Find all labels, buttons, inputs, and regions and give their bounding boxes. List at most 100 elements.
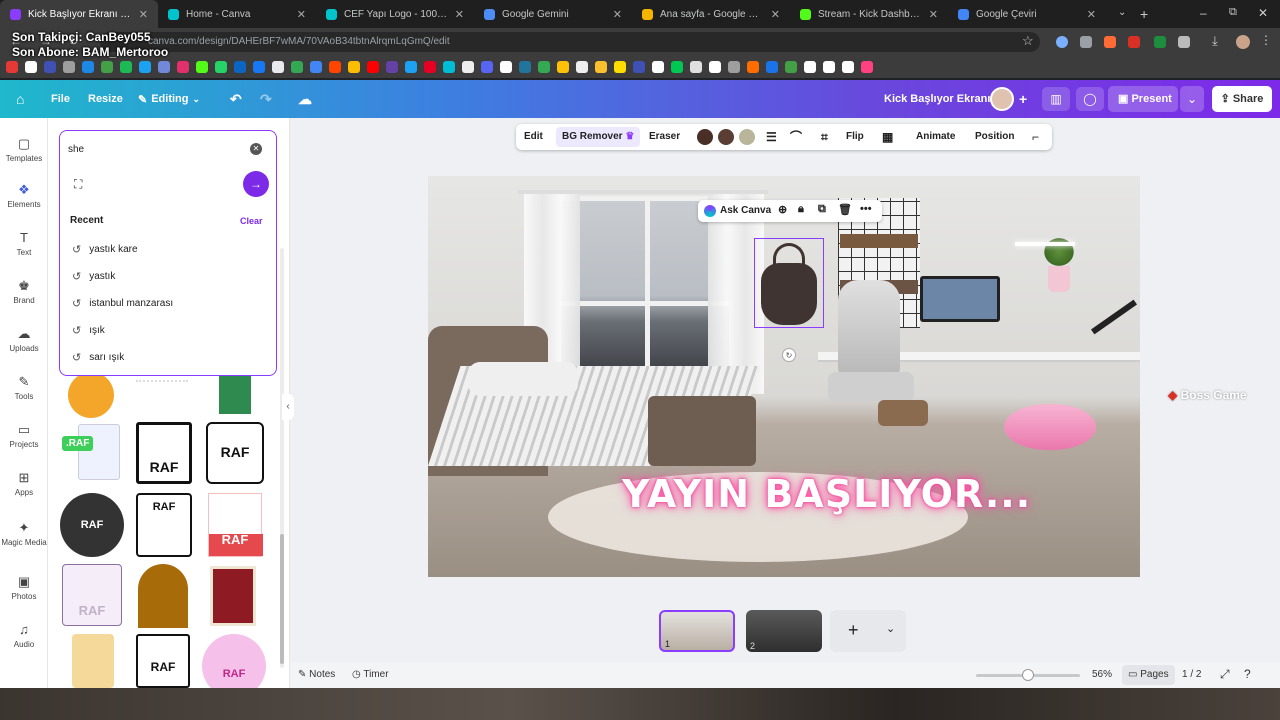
profile-avatar[interactable] <box>1236 35 1250 49</box>
headline-text[interactable]: YAYIN BAŞLIYOR... <box>622 472 1031 516</box>
rail-item-projects[interactable]: ▭ Projects <box>0 422 48 449</box>
browser-tab[interactable]: Stream - Kick Dashboard ✕ <box>790 0 948 28</box>
bookmark-icon[interactable] <box>310 61 322 73</box>
restore-icon[interactable]: ⧉ <box>1229 6 1237 19</box>
raf-red-file-element[interactable]: RAF <box>208 493 263 557</box>
close-window-icon[interactable]: ✕ <box>1258 6 1268 20</box>
browser-tab[interactable]: Google Gemini ✕ <box>474 0 632 28</box>
bookmark-icon[interactable] <box>766 61 778 73</box>
duplicate-icon[interactable]: ⧉ <box>818 203 826 216</box>
add-collaborator-icon[interactable]: + <box>1019 80 1027 118</box>
new-tab-icon[interactable]: + <box>1140 6 1148 22</box>
cloud-save-icon[interactable]: ☁ <box>298 80 312 118</box>
fox-element[interactable] <box>68 372 114 418</box>
bookmark-icon[interactable] <box>443 61 455 73</box>
browser-tab[interactable]: Kick Başlıyor Ekranı - Presentation ✕ <box>0 0 158 28</box>
raf-disc-element[interactable]: RAF <box>136 493 192 557</box>
rail-item-text[interactable]: T Text <box>0 230 48 257</box>
rail-item-brand[interactable]: ♚ Brand <box>0 278 48 305</box>
ask-canva-button[interactable]: Ask Canva <box>720 205 771 216</box>
rail-item-photos[interactable]: ▣ Photos <box>0 574 48 601</box>
bookmark-icon[interactable] <box>538 61 550 73</box>
bookmark-icon[interactable] <box>386 61 398 73</box>
crop-icon[interactable]: ⌗ <box>821 124 828 150</box>
notes-button[interactable]: ✎ Notes <box>298 669 335 680</box>
bg-remover-button[interactable]: BG Remover ♛ <box>556 127 641 147</box>
url-input[interactable]: canva.com/design/DAHErBF7wMA/70VAoB34tbt… <box>100 32 1040 52</box>
submit-search-button[interactable]: → <box>243 171 269 197</box>
color-swatch[interactable] <box>718 129 734 145</box>
recent-search-item[interactable]: ↺ sarı ışık <box>72 351 124 364</box>
extension-icon[interactable] <box>1154 36 1166 48</box>
rail-item-tools[interactable]: ✎ Tools <box>0 374 48 401</box>
resize-button[interactable]: Resize <box>88 80 123 118</box>
insights-icon[interactable]: ▥ <box>1042 87 1070 111</box>
close-tab-icon[interactable]: ✕ <box>139 8 148 21</box>
editing-mode-button[interactable]: ✎ Editing ⌄ <box>138 80 200 118</box>
stamp-element[interactable] <box>210 566 256 626</box>
bookmark-icon[interactable] <box>462 61 474 73</box>
bookmark-icon[interactable] <box>196 61 208 73</box>
fullscreen-icon[interactable]: ⤢ <box>1220 667 1230 682</box>
raf-purple-file-element[interactable]: RAF <box>62 564 122 626</box>
recent-search-item[interactable]: ↺ istanbul manzarası <box>72 297 173 310</box>
minimize-icon[interactable]: – <box>1200 6 1207 20</box>
bookmark-icon[interactable] <box>861 61 873 73</box>
recent-search-item[interactable]: ↺ yastık kare <box>72 243 138 256</box>
bookmark-icon[interactable] <box>557 61 569 73</box>
tab-list-icon[interactable]: ⌄ <box>1118 7 1126 18</box>
eraser-button[interactable]: Eraser <box>649 124 680 150</box>
bookmark-icon[interactable] <box>671 61 683 73</box>
home-icon[interactable]: ⌂ <box>16 80 24 118</box>
delete-icon[interactable]: 🗑︎ <box>838 203 852 216</box>
arch-element[interactable] <box>138 564 188 628</box>
rail-item-templates[interactable]: ▢ Templates <box>0 136 48 163</box>
bookmark-icon[interactable] <box>652 61 664 73</box>
rail-item-uploads[interactable]: ☁ Uploads <box>0 326 48 353</box>
rotate-handle-icon[interactable]: ↻ <box>782 348 796 362</box>
color-swatch[interactable] <box>697 129 713 145</box>
page-thumbnail-1[interactable]: 1 <box>659 610 735 652</box>
rail-item-apps[interactable]: ⊞ Apps <box>0 470 48 497</box>
corner-rounding-icon[interactable]: ⌒ <box>790 124 802 150</box>
extensions-puzzle-icon[interactable] <box>1178 36 1190 48</box>
paint-format-icon[interactable]: ⌐ <box>1032 124 1039 150</box>
clear-search-icon[interactable]: ✕ <box>250 143 262 155</box>
bookmark-icon[interactable] <box>120 61 132 73</box>
close-tab-icon[interactable]: ✕ <box>1087 8 1096 21</box>
raf-pink-element[interactable]: RAF <box>202 634 266 688</box>
bookmark-icon[interactable] <box>709 61 721 73</box>
position-button[interactable]: Position <box>975 124 1014 150</box>
raf-printer-element[interactable]: RAF <box>136 422 192 484</box>
bookmark-icon[interactable] <box>329 61 341 73</box>
menu-kebab-icon[interactable]: ⋮ <box>1260 33 1272 47</box>
bookmark-icon[interactable] <box>82 61 94 73</box>
zoom-level[interactable]: 56% <box>1092 669 1112 680</box>
close-tab-icon[interactable]: ✕ <box>613 8 622 21</box>
bookmark-icon[interactable] <box>633 61 645 73</box>
bookmark-star-icon[interactable]: ☆ <box>1022 33 1034 49</box>
bookmark-icon[interactable] <box>424 61 436 73</box>
bookmark-icon[interactable] <box>804 61 816 73</box>
raf-circle-element[interactable]: RAF <box>60 493 124 557</box>
more-options-icon[interactable]: ••• <box>860 203 872 215</box>
bookmark-icon[interactable] <box>519 61 531 73</box>
close-tab-icon[interactable]: ✕ <box>929 8 938 21</box>
lock-icon[interactable]: 🔒︎ <box>798 203 804 216</box>
share-button[interactable]: ⇪ Share <box>1212 86 1272 112</box>
bookmark-icon[interactable] <box>25 61 37 73</box>
selected-element-frame[interactable] <box>754 238 824 328</box>
browser-tab[interactable]: Home - Canva ✕ <box>158 0 316 28</box>
rail-item-audio[interactable]: ♫ Audio <box>0 622 48 649</box>
bookmark-icon[interactable] <box>215 61 227 73</box>
raf-file-icon-element[interactable]: .RAF <box>62 422 122 484</box>
design-canvas[interactable]: ↻ Ask Canva ⊕ 🔒︎ ⧉ 🗑︎ ••• YAYIN BAŞLIYOR… <box>428 176 1140 577</box>
transparency-icon[interactable]: ▦ <box>882 124 893 150</box>
page-thumbnail-2[interactable]: 2 <box>746 610 822 652</box>
zoom-slider[interactable] <box>976 669 1080 681</box>
comment-icon[interactable]: ◯ <box>1076 87 1104 111</box>
bookmark-icon[interactable] <box>139 61 151 73</box>
recent-search-item[interactable]: ↺ ışık <box>72 324 105 337</box>
redo-icon[interactable]: ↷ <box>260 80 272 118</box>
zoom-slider-thumb[interactable] <box>1022 669 1035 681</box>
